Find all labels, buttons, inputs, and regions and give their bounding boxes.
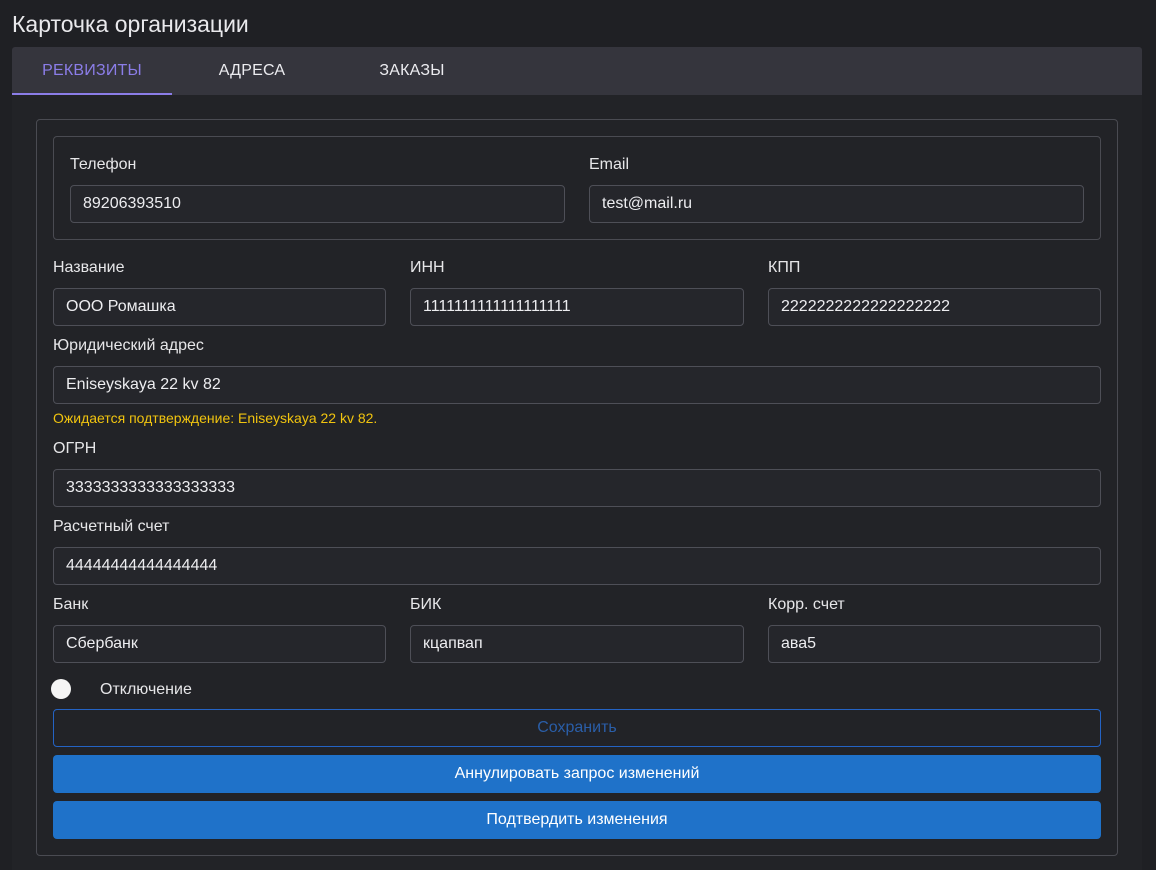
bik-label: БИК [410,596,442,613]
save-button[interactable]: Сохранить [53,709,1101,747]
confirm-changes-button[interactable]: Подтвердить изменения [53,801,1101,839]
phone-input[interactable] [70,185,565,223]
kpp-input[interactable] [768,288,1101,326]
tab-orders[interactable]: ЗАКАЗЫ [332,47,492,95]
legal-address-label: Юридический адрес [53,337,204,354]
email-input[interactable] [589,185,1084,223]
name-label: Название [53,259,125,276]
bik-input[interactable] [410,625,744,663]
bank-label: Банк [53,596,89,613]
disable-toggle-label: Отключение [100,681,192,698]
kpp-label: КПП [768,259,801,276]
tab-requisites[interactable]: РЕКВИЗИТЫ [12,47,172,95]
bank-input[interactable] [53,625,386,663]
inn-input[interactable] [410,288,744,326]
pending-confirmation-note: Ожидается подтверждение: Eniseyskaya 22 … [53,410,378,426]
name-input[interactable] [53,288,386,326]
disable-toggle[interactable] [51,679,71,699]
page-title: Карточка организации [12,11,249,37]
tab-addresses[interactable]: АДРЕСА [172,47,332,95]
corr-account-label: Корр. счет [768,596,845,613]
tab-bar: РЕКВИЗИТЫ АДРЕСА ЗАКАЗЫ [12,47,1142,95]
ogrn-input[interactable] [53,469,1101,507]
account-input[interactable] [53,547,1101,585]
inn-label: ИНН [410,259,445,276]
cancel-change-request-button[interactable]: Аннулировать запрос изменений [53,755,1101,793]
email-label: Email [589,156,630,173]
account-label: Расчетный счет [53,518,170,535]
corr-account-input[interactable] [768,625,1101,663]
legal-address-input[interactable] [53,366,1101,404]
phone-label: Телефон [70,156,137,173]
ogrn-label: ОГРН [53,440,97,457]
